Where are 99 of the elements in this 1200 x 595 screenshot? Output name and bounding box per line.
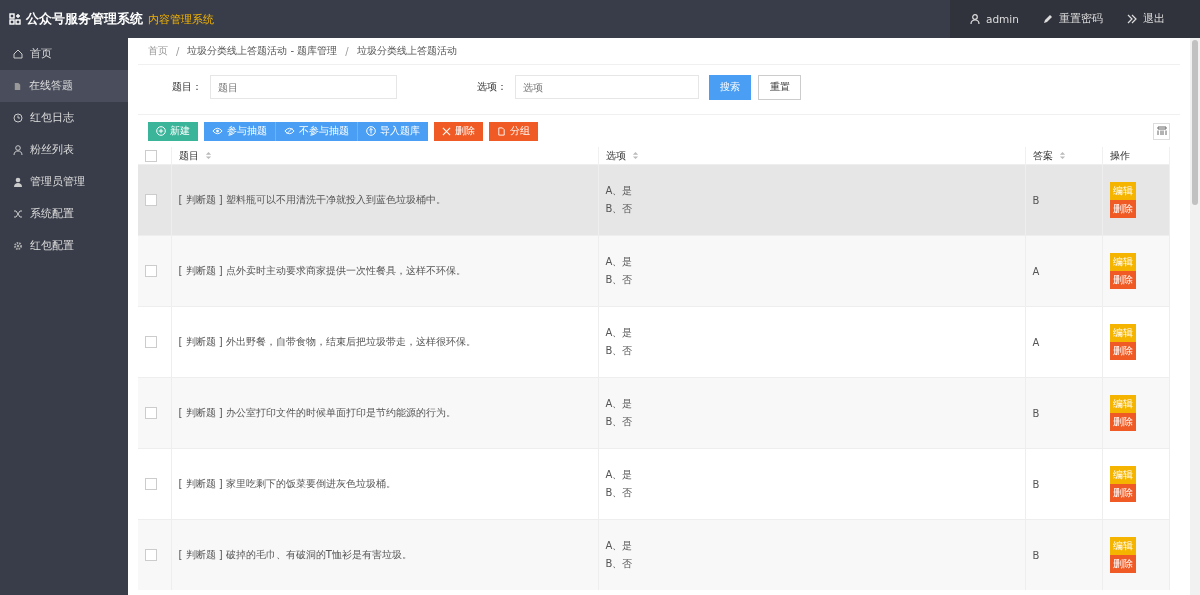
edit-button[interactable]: 编辑: [1109, 395, 1136, 413]
delete-button[interactable]: 删除: [1109, 200, 1136, 218]
answer-text: A: [1032, 265, 1040, 277]
close-icon: [442, 126, 451, 136]
option-text: B、否: [605, 415, 634, 429]
question-text: [ 判断题 ] 点外卖时主动要求商家提供一次性餐具，这样不环保。: [178, 265, 466, 276]
toolbar-button[interactable]: 新建: [148, 121, 198, 141]
upload-circle-icon: [366, 126, 376, 136]
toolbar-button[interactable]: 不参与抽题: [276, 121, 358, 141]
reset-password-link[interactable]: 重置密码: [1042, 12, 1103, 26]
question-text: [ 判断题 ] 办公室打印文件的时候单面打印是节约能源的行为。: [178, 407, 456, 418]
edit-button[interactable]: 编辑: [1109, 537, 1136, 555]
toolbar-button[interactable]: 参与抽题: [204, 121, 276, 141]
toolbar-button[interactable]: 删除: [434, 121, 483, 141]
row-checkbox[interactable]: [145, 407, 157, 419]
gear-icon: [13, 241, 23, 251]
grid-logo-icon: [9, 13, 21, 25]
pencil-icon: [1042, 14, 1053, 24]
edit-button[interactable]: 编辑: [1109, 324, 1136, 342]
columns-icon: [1156, 126, 1167, 136]
answer-text: A: [1032, 336, 1040, 348]
toolbar-button[interactable]: 分组: [489, 121, 538, 141]
sidebar-item[interactable]: 管理员管理: [0, 166, 128, 198]
sort-icon[interactable]: [204, 151, 212, 160]
option-text: B、否: [605, 273, 634, 287]
breadcrumb-separator: /: [345, 45, 349, 57]
sort-icon[interactable]: [631, 151, 639, 160]
option-text: B、否: [605, 344, 634, 358]
option-text: B、否: [605, 202, 634, 216]
sidebar-item[interactable]: 红包配置: [0, 230, 128, 262]
search-field[interactable]: 题目: [210, 75, 397, 99]
question-text: [ 判断题 ] 破掉的毛巾、有破洞的T恤衫是有害垃圾。: [178, 549, 412, 560]
field-label: 选项：: [477, 80, 508, 94]
toolbar-button[interactable]: 导入题库: [358, 121, 428, 141]
breadcrumb-separator: /: [176, 45, 180, 57]
app-title: 公众号服务管理系统: [26, 10, 143, 28]
row-checkbox[interactable]: [145, 265, 157, 277]
option-text: A、是: [605, 397, 634, 411]
search-field[interactable]: 选项: [515, 75, 699, 99]
column-header[interactable]: 选项: [605, 149, 626, 161]
document-icon: [497, 126, 506, 136]
reset-button[interactable]: 重置: [758, 74, 801, 100]
sidebar-item[interactable]: 首页: [0, 38, 128, 70]
sidebar-item[interactable]: 红包日志: [0, 102, 128, 134]
question-text: [ 判断题 ] 外出野餐，自带食物，结束后把垃圾带走，这样很环保。: [178, 336, 476, 347]
select-all-checkbox[interactable]: [145, 149, 157, 162]
column-header[interactable]: 题目: [178, 149, 199, 161]
answer-text: B: [1032, 194, 1040, 206]
row-checkbox[interactable]: [145, 194, 157, 206]
answer-text: B: [1032, 549, 1040, 561]
row-checkbox[interactable]: [145, 549, 157, 561]
field-label: 题目：: [172, 80, 203, 94]
document-icon: [13, 81, 22, 91]
delete-button[interactable]: 删除: [1109, 271, 1136, 289]
breadcrumb-link[interactable]: 首页: [148, 44, 168, 58]
logout-link[interactable]: 退出: [1126, 12, 1165, 26]
breadcrumb-link[interactable]: 垃圾分类线上答题活动: [356, 44, 457, 58]
shuffle-icon: [13, 209, 23, 219]
sidebar-item[interactable]: 粉丝列表: [0, 134, 128, 166]
column-header[interactable]: 答案: [1032, 149, 1053, 161]
app-subtitle: 内容管理系统: [148, 11, 214, 27]
scrollbar[interactable]: [1190, 38, 1200, 595]
sidebar-item[interactable]: 系统配置: [0, 198, 128, 230]
row-checkbox[interactable]: [145, 336, 157, 348]
option-text: B、否: [605, 486, 634, 500]
option-text: A、是: [605, 468, 634, 482]
user-menu[interactable]: admin: [970, 13, 1019, 25]
delete-button[interactable]: 删除: [1109, 342, 1136, 360]
user-icon: [970, 14, 980, 24]
question-text: [ 判断题 ] 家里吃剩下的饭菜要倒进灰色垃圾桶。: [178, 478, 396, 489]
option-text: A、是: [605, 255, 634, 269]
edit-button[interactable]: 编辑: [1109, 466, 1136, 484]
option-text: A、是: [605, 326, 634, 340]
edit-button[interactable]: 编辑: [1109, 253, 1136, 271]
eye-slash-icon: [284, 127, 295, 135]
sidebar-item[interactable]: 在线答题: [0, 70, 128, 102]
delete-button[interactable]: 删除: [1109, 555, 1136, 573]
option-text: A、是: [605, 184, 634, 198]
breadcrumb-link[interactable]: 垃圾分类线上答题活动 - 题库管理: [187, 44, 338, 58]
edit-button[interactable]: 编辑: [1109, 182, 1136, 200]
question-text: [ 判断题 ] 塑料瓶可以不用清洗干净就投入到蓝色垃圾桶中。: [178, 194, 446, 205]
person-icon: [13, 177, 23, 187]
delete-button[interactable]: 删除: [1109, 484, 1136, 502]
columns-toggle-button[interactable]: [1153, 122, 1170, 140]
answer-text: B: [1032, 407, 1040, 419]
answer-text: B: [1032, 478, 1040, 490]
clock-icon: [13, 113, 23, 123]
option-text: B、否: [605, 557, 634, 571]
home-icon: [13, 49, 23, 59]
row-checkbox[interactable]: [145, 478, 157, 490]
search-button[interactable]: 搜索: [709, 74, 751, 100]
sort-icon[interactable]: [1058, 151, 1066, 160]
plus-circle-icon: [156, 126, 166, 136]
option-text: A、是: [605, 539, 634, 553]
double-chevron-icon: [1126, 14, 1137, 24]
eye-icon: [212, 127, 223, 135]
delete-button[interactable]: 删除: [1109, 413, 1136, 431]
column-header[interactable]: 操作: [1109, 149, 1130, 161]
user-icon: [13, 145, 23, 155]
